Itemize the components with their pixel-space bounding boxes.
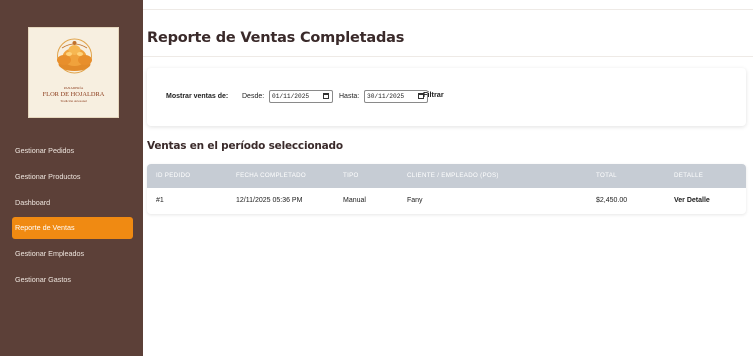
total-cell: $2,450.00 — [596, 197, 628, 204]
filter-card: Mostrar ventas de: Desde: 01/11/2025 Has… — [147, 68, 746, 126]
logo-tagline: Tradición Artesanal — [60, 99, 87, 103]
logo-name: FLOR DE HOJALDRA — [42, 91, 105, 98]
sidebar: PANADERÍA FLOR DE HOJALDRA Tradición Art… — [0, 0, 143, 356]
to-date-value: 30/11/2025 — [367, 93, 405, 100]
column-header: FECHA COMPLETADO — [236, 172, 307, 179]
pastry-icon — [57, 38, 92, 74]
sales-table: ID PEDIDO FECHA COMPLETADO TIPO CLIENTE … — [147, 164, 746, 214]
bakery-logo: PANADERÍA FLOR DE HOJALDRA Tradición Art… — [28, 27, 119, 118]
from-date-value: 01/11/2025 — [272, 93, 310, 100]
to-date-input[interactable]: 30/11/2025 — [364, 90, 428, 103]
view-detail-link[interactable]: Ver Detalle — [674, 188, 710, 214]
sidebar-item-reporte-de-ventas[interactable]: Reporte de Ventas — [12, 217, 133, 239]
from-date-input[interactable]: 01/11/2025 — [269, 90, 333, 103]
to-label: Hasta: — [339, 93, 360, 100]
sidebar-item-gestionar-gastos[interactable]: Gestionar Gastos — [12, 269, 133, 291]
main-content: Reporte de Ventas Completadas Mostrar ve… — [143, 0, 753, 356]
from-label: Desde: — [242, 93, 265, 100]
show-sales-label: Mostrar ventas de: — [166, 93, 229, 100]
sidebar-item-gestionar-productos[interactable]: Gestionar Productos — [12, 166, 133, 188]
column-header: ID PEDIDO — [156, 172, 191, 179]
sidebar-item-gestionar-empleados[interactable]: Gestionar Empleados — [12, 243, 133, 265]
completed-date-cell: 12/11/2025 05:36 PM — [236, 197, 303, 204]
filter-button[interactable]: Filtrar — [423, 90, 444, 99]
client-cell: Fany — [407, 197, 423, 204]
section-title: Ventas en el período seleccionado — [147, 140, 343, 152]
calendar-icon[interactable] — [323, 93, 329, 99]
table-header: ID PEDIDO FECHA COMPLETADO TIPO CLIENTE … — [147, 164, 746, 188]
type-cell: Manual — [343, 197, 366, 204]
order-id-cell: #1 — [156, 197, 164, 204]
sidebar-item-dashboard[interactable]: Dashboard — [12, 192, 133, 214]
top-divider — [143, 9, 753, 10]
title-divider — [143, 56, 753, 57]
column-header: TOTAL — [596, 172, 617, 179]
sidebar-item-gestionar-pedidos[interactable]: Gestionar Pedidos — [12, 140, 133, 162]
column-header: TIPO — [343, 172, 359, 179]
column-header: DETALLE — [674, 172, 704, 179]
page-title: Reporte de Ventas Completadas — [147, 30, 405, 46]
column-header: CLIENTE / EMPLEADO (POS) — [407, 172, 499, 179]
logo-top-text: PANADERÍA — [63, 86, 84, 90]
